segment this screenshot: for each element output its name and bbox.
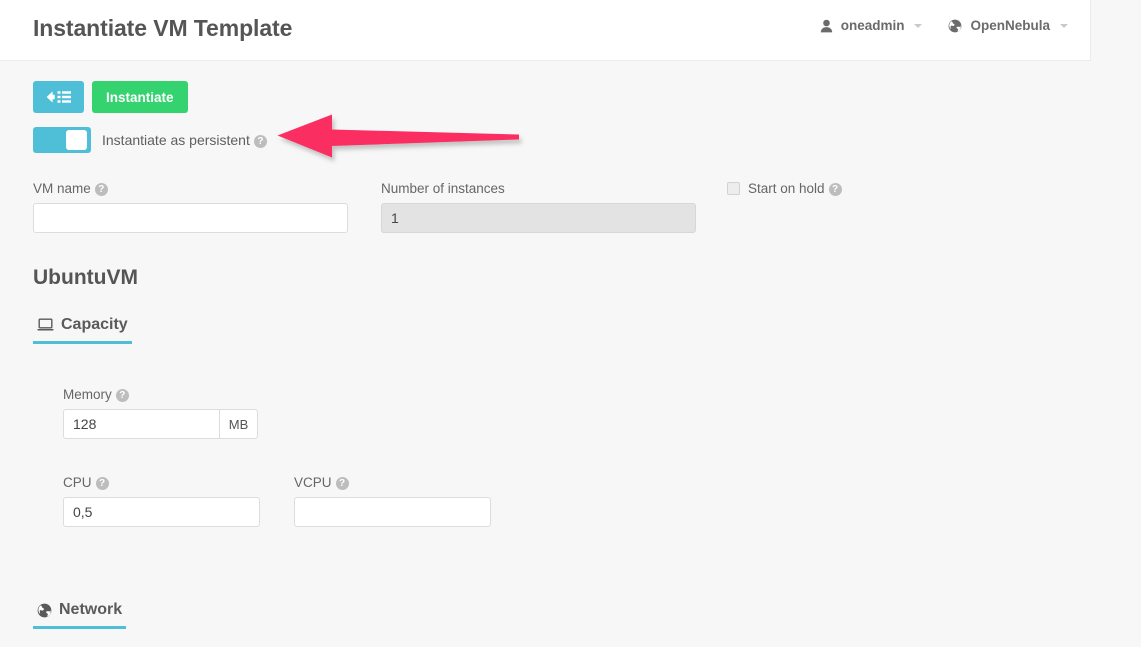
help-icon-memory[interactable]: ? (115, 389, 129, 402)
user-menu[interactable]: oneadmin (820, 18, 923, 33)
user-icon (820, 19, 833, 33)
start-on-hold-row: Start on hold? (727, 181, 842, 196)
zone-menu-label: OpenNebula (970, 18, 1050, 33)
memory-input[interactable] (63, 409, 220, 439)
help-icon-vm-name[interactable]: ? (94, 183, 108, 196)
toggle-knob (66, 130, 87, 150)
number-of-instances-input[interactable] (381, 203, 696, 233)
tab-capacity-underline (33, 341, 132, 344)
tab-network-label: Network (59, 601, 123, 618)
help-icon-vcpu[interactable]: ? (335, 477, 349, 490)
memory-unit-selector[interactable]: MB (220, 409, 258, 439)
instantiate-button[interactable]: Instantiate (92, 81, 188, 113)
page-title: Instantiate VM Template (33, 15, 293, 41)
chevron-down-icon (1060, 23, 1068, 28)
header-actions: oneadmin OpenNebula (820, 18, 1068, 33)
memory-label: Memory? (63, 387, 129, 402)
chevron-down-icon (914, 23, 923, 28)
tab-capacity-label: Capacity (61, 316, 128, 333)
persistent-toggle-row: Instantiate as persistent? (33, 127, 267, 153)
laptop-icon (37, 318, 54, 332)
globe-icon (948, 19, 962, 33)
vcpu-input[interactable] (294, 497, 491, 527)
help-icon-persistent[interactable]: ? (253, 135, 267, 148)
toolbar: Instantiate (33, 81, 188, 113)
instantiate-as-persistent-toggle[interactable] (33, 127, 91, 153)
tab-capacity-inner: Capacity (33, 316, 132, 341)
tab-network-underline (33, 626, 127, 629)
template-name: UbuntuVM (33, 266, 138, 289)
cpu-label: CPU? (63, 475, 109, 490)
zone-menu[interactable]: OpenNebula (948, 18, 1068, 33)
help-icon-cpu[interactable]: ? (95, 477, 109, 490)
tab-network[interactable]: Network (33, 601, 127, 629)
back-to-list-icon (44, 90, 74, 104)
arrow-annotation (276, 112, 526, 164)
start-on-hold-label: Start on hold? (748, 181, 842, 196)
number-of-instances-label: Number of instances (381, 181, 505, 196)
tab-network-inner: Network (33, 601, 126, 626)
cpu-input[interactable] (63, 497, 260, 527)
start-on-hold-checkbox[interactable] (727, 182, 740, 195)
app-header: Instantiate VM Template oneadmin OpenNeb… (0, 0, 1091, 61)
back-to-list-button[interactable] (33, 81, 84, 113)
vm-name-input[interactable] (33, 203, 348, 233)
memory-field-group: MB (63, 409, 258, 439)
help-icon-start-on-hold[interactable]: ? (828, 183, 842, 196)
persistent-toggle-label: Instantiate as persistent? (102, 132, 267, 148)
vcpu-label: VCPU? (294, 475, 349, 490)
tab-capacity[interactable]: Capacity (33, 316, 132, 344)
user-menu-label: oneadmin (840, 18, 905, 33)
vm-name-label: VM name? (33, 181, 108, 196)
globe-icon (37, 603, 52, 618)
